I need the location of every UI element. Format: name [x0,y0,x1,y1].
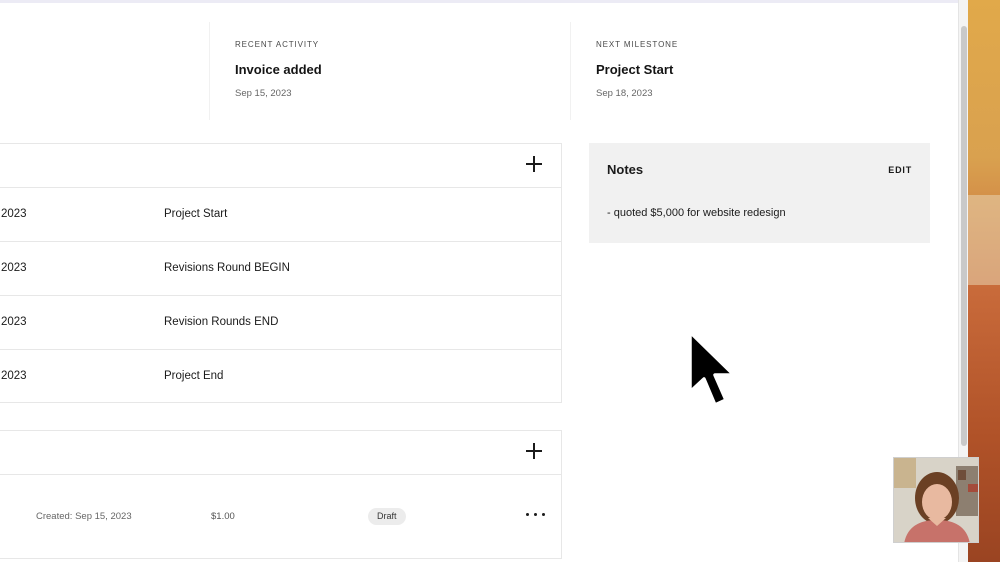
notes-card: Notes EDIT - quoted $5,000 for website r… [589,143,930,243]
mouse-pointer-icon [688,330,736,407]
milestones-panel-header [0,144,561,188]
webcam-overlay [893,457,979,543]
invoice-created-date: Created: Sep 15, 2023 [36,511,132,522]
recent-activity-title: Invoice added [235,62,322,77]
presenter-video-icon [894,458,978,542]
milestone-date: 2023 [1,370,27,382]
milestone-name: Project End [164,370,224,382]
milestones-panel: 2023 Project Start 2023 Revisions Round … [0,143,562,403]
milestone-row[interactable]: 2023 Revisions Round BEGIN [0,242,561,296]
invoice-row[interactable]: Created: Sep 15, 2023 $1.00 Draft [0,475,561,559]
milestone-row[interactable]: 2023 Project Start [0,188,561,242]
milestone-date: 2023 [1,262,27,274]
invoices-panel: Created: Sep 15, 2023 $1.00 Draft [0,430,562,559]
milestone-name: Revision Rounds END [164,316,279,328]
next-milestone-date: Sep 18, 2023 [596,88,653,99]
invoices-panel-header [0,431,561,475]
recent-activity-date: Sep 15, 2023 [235,88,292,99]
recent-activity-card: RECENT ACTIVITY Invoice added Sep 15, 20… [209,22,569,120]
milestone-date: 2023 [1,208,27,220]
milestone-name: Project Start [164,208,228,220]
invoice-status-badge: Draft [368,508,406,525]
next-milestone-card: NEXT MILESTONE Project Start Sep 18, 202… [570,22,930,120]
notes-body: - quoted $5,000 for website redesign [607,207,786,219]
milestone-name: Revisions Round BEGIN [164,262,290,274]
notes-edit-button[interactable]: EDIT [888,165,912,175]
recent-activity-label: RECENT ACTIVITY [235,40,320,49]
next-milestone-label: NEXT MILESTONE [596,40,679,49]
add-milestone-button[interactable] [525,155,543,173]
milestone-row[interactable]: 2023 Project End [0,350,561,404]
invoice-amount: $1.00 [211,511,235,522]
milestone-row[interactable]: 2023 Revision Rounds END [0,296,561,350]
notes-title: Notes [607,162,644,177]
top-accent-strip [0,0,958,3]
add-invoice-button[interactable] [525,442,543,460]
scrollbar-thumb[interactable] [961,26,967,446]
next-milestone-title: Project Start [596,62,674,77]
more-horizontal-icon[interactable] [526,512,546,518]
milestone-date: 2023 [1,316,27,328]
